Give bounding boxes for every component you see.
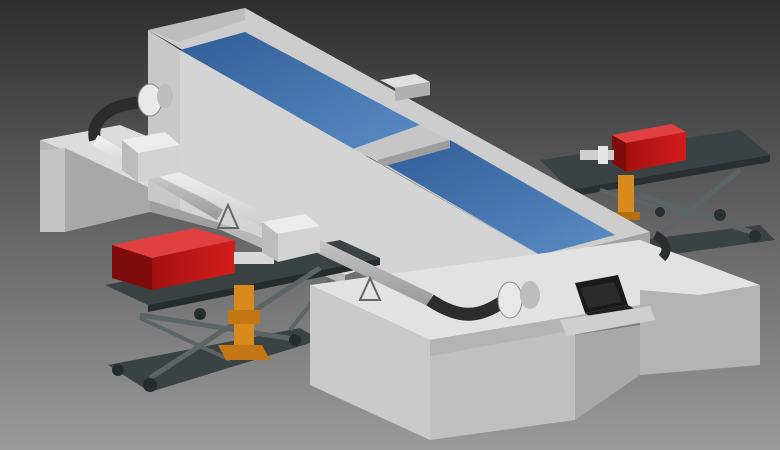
cad-viewport <box>0 0 780 450</box>
cad-scene <box>0 0 780 450</box>
